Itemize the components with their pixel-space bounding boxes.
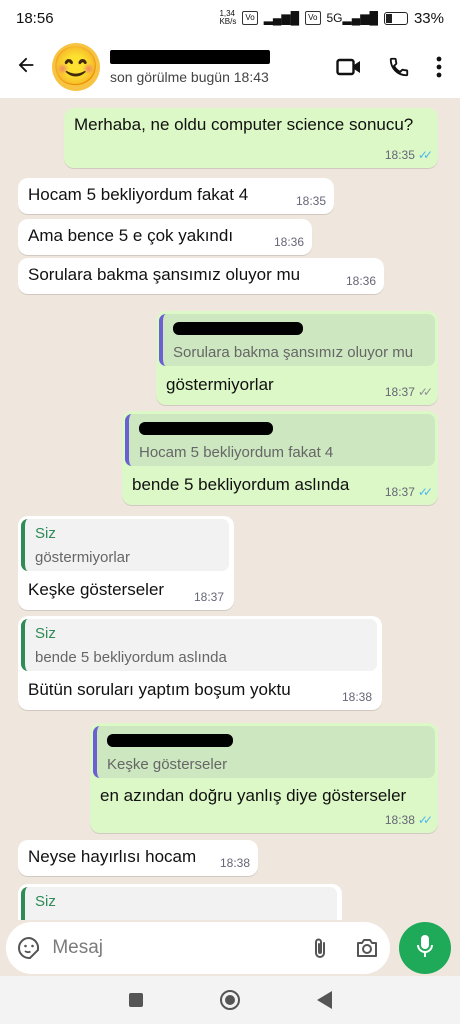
quote-text: Sorulara bakma şansımız oluyor mu (173, 344, 414, 361)
message-incoming[interactable]: Siz göstermiyorlar Keşke gösterseler 18:… (18, 516, 234, 610)
chat-header: 😊 son görülme bugün 18:43 (0, 36, 460, 98)
message-text: en azından doğru yanlış diye gösterseler (100, 786, 407, 805)
message-outgoing[interactable]: Merhaba, ne oldu computer science sonucu… (64, 108, 438, 168)
system-nav-bar (0, 976, 460, 1024)
microphone-icon (416, 934, 434, 963)
back-arrow-icon[interactable] (0, 52, 52, 83)
message-time: 18:36 (273, 235, 304, 249)
message-text: Sorulara bakma şansımız oluyor mu (28, 265, 301, 284)
message-text: bende 5 bekliyordum aslında (132, 475, 350, 494)
more-options-icon[interactable] (436, 56, 442, 78)
message-text: Hocam 5 bekliyordum fakat 4 (28, 185, 249, 204)
last-seen: son görülme bugün 18:43 (110, 68, 269, 85)
status-bar: 18:56 1,34 KB/s Vo ▂▄▆█ Vo 5G▂▄▆█ 33% (0, 0, 460, 36)
message-text: Merhaba, ne oldu computer science sonucu… (74, 115, 414, 134)
quote-text: göstermiyorlar (35, 549, 131, 566)
quoted-message[interactable]: Siz göstermiyorlar (21, 519, 229, 571)
volte-icon-2: Vo (305, 11, 321, 25)
home-icon[interactable] (219, 990, 240, 1010)
emoji-sticker-icon[interactable] (6, 936, 52, 960)
contact-name-redacted (110, 49, 270, 64)
quoted-message[interactable]: Siz (21, 887, 337, 920)
message-incoming[interactable]: Neyse hayırlısı hocam 18:38 (18, 840, 258, 876)
quoted-message[interactable]: Sorulara bakma şansımız oluyor mu (159, 314, 435, 366)
message-incoming[interactable]: Siz (18, 884, 342, 920)
recents-icon[interactable] (128, 993, 143, 1007)
clock: 18:56 (16, 9, 54, 27)
message-outgoing[interactable]: Sorulara bakma şansımız oluyor mu göster… (156, 311, 438, 405)
message-text: Keşke gösterseler (28, 580, 165, 599)
message-outgoing[interactable]: Hocam 5 bekliyordum fakat 4 bende 5 bekl… (122, 411, 438, 505)
message-incoming[interactable]: Ama bence 5 e çok yakındı 18:36 (18, 219, 312, 255)
quote-author-redacted (173, 322, 303, 335)
message-time: 18:35 ✓✓ (384, 148, 433, 162)
signal-5g-icon: 5G▂▄▆█ (326, 11, 378, 25)
message-text: Neyse hayırlısı hocam (28, 847, 197, 866)
status-icons: 1,34 KB/s Vo ▂▄▆█ Vo 5G▂▄▆█ 33% (219, 10, 444, 27)
quote-author-redacted (107, 734, 233, 747)
quote-author: Siz (35, 893, 56, 910)
message-time: 18:38 ✓✓ (384, 813, 433, 827)
message-outgoing[interactable]: Keşke gösterseler en azından doğru yanlı… (90, 723, 438, 833)
battery-icon (383, 11, 408, 25)
attach-icon[interactable] (297, 936, 343, 960)
message-incoming[interactable]: Hocam 5 bekliyordum fakat 4 18:35 (18, 178, 334, 214)
quoted-message[interactable]: Keşke gösterseler (93, 726, 435, 778)
quote-author: Siz (35, 625, 56, 642)
quoted-message[interactable]: Hocam 5 bekliyordum fakat 4 (125, 414, 435, 466)
net-speed: 1,34 KB/s (219, 9, 237, 26)
message-list[interactable]: Merhaba, ne oldu computer science sonucu… (0, 98, 460, 920)
voice-call-icon[interactable] (388, 56, 410, 78)
quote-author: Siz (35, 525, 56, 542)
volte-icon: Vo (242, 11, 258, 25)
delivered-ticks-icon: ✓✓ (417, 385, 433, 399)
camera-icon[interactable] (344, 937, 390, 959)
message-text: Bütün soruları yaptım boşum yoktu (28, 680, 291, 699)
message-time: 18:36 (345, 274, 376, 288)
quoted-message[interactable]: Siz bende 5 bekliyordum aslında (21, 619, 377, 671)
message-text: Ama bence 5 e çok yakındı (28, 226, 234, 245)
contact-info[interactable]: son görülme bugün 18:43 (110, 49, 336, 85)
quote-text: Keşke gösterseler (107, 756, 228, 773)
video-call-icon[interactable] (336, 57, 362, 77)
mic-button[interactable] (399, 922, 451, 974)
message-time: 18:37 ✓✓ (384, 485, 433, 499)
read-ticks-icon: ✓✓ (417, 148, 433, 162)
message-time: 18:38 (341, 690, 372, 704)
quote-text: bende 5 bekliyordum aslında (35, 649, 227, 666)
read-ticks-icon: ✓✓ (417, 813, 433, 827)
message-text: göstermiyorlar (166, 375, 274, 394)
nav-back-icon[interactable] (316, 991, 332, 1009)
message-time: 18:37 ✓✓ (384, 385, 433, 399)
signal-icon: ▂▄▆█ (263, 11, 300, 25)
avatar[interactable]: 😊 (52, 43, 100, 91)
quote-author-redacted (139, 422, 273, 435)
message-incoming[interactable]: Sorulara bakma şansımız oluyor mu 18:36 (18, 258, 384, 294)
quote-text: Hocam 5 bekliyordum fakat 4 (139, 444, 334, 461)
message-time: 18:37 (193, 590, 224, 604)
message-time: 18:35 (295, 194, 326, 208)
read-ticks-icon: ✓✓ (417, 485, 433, 499)
message-composer (6, 922, 390, 974)
message-incoming[interactable]: Siz bende 5 bekliyordum aslında Bütün so… (18, 616, 382, 710)
battery-percent: 33% (413, 9, 444, 27)
message-time: 18:38 (219, 856, 250, 870)
message-input[interactable] (52, 937, 298, 959)
